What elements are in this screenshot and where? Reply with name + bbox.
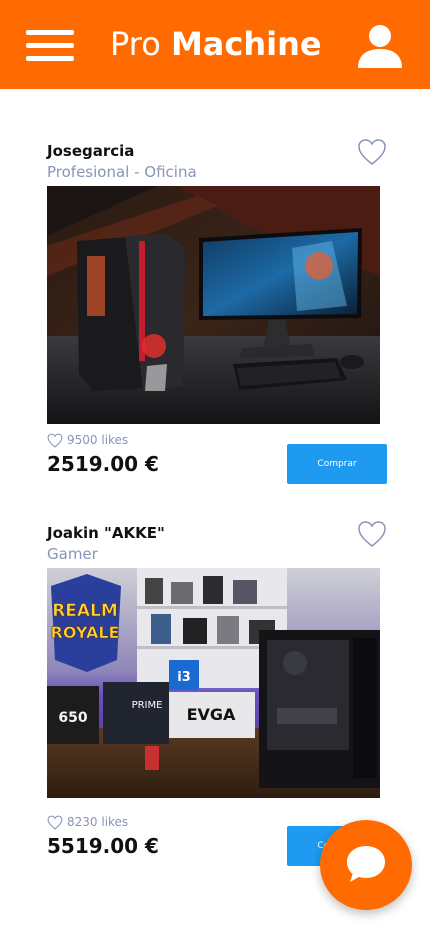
- post-category: Gamer: [47, 545, 98, 563]
- chat-fab-button[interactable]: [320, 820, 412, 910]
- logo-text-1: REALM: [52, 601, 118, 621]
- post-author: Josegarcia: [47, 142, 135, 160]
- heart-icon: [47, 433, 63, 448]
- cpu-box-text: i3: [177, 670, 191, 685]
- heart-icon: [47, 815, 63, 830]
- favorite-heart-icon[interactable]: [357, 520, 387, 548]
- hamburger-menu-icon[interactable]: [22, 26, 76, 66]
- pc-components-photo: REALM ROYALE 650 PRIME i3 EVGA: [47, 568, 380, 798]
- buy-button[interactable]: Comprar: [287, 444, 387, 484]
- board-box-text: PRIME: [132, 700, 163, 711]
- likes-text: 9500 likes: [67, 433, 129, 447]
- post-price: 2519.00 €: [47, 452, 159, 476]
- favorite-heart-icon[interactable]: [357, 138, 387, 166]
- app-screen: Pro Machine Josegarcia Profesional - Ofi…: [0, 0, 430, 932]
- app-title-light: Pro: [110, 25, 161, 63]
- psu-box-text: 650: [58, 710, 87, 726]
- likes-counter: 9500 likes: [47, 431, 128, 449]
- logo-text-2: ROYALE: [51, 623, 120, 642]
- chat-bubble-icon: [347, 846, 385, 882]
- top-bar: Pro Machine: [0, 0, 430, 89]
- gpu-box-text: EVGA: [187, 705, 236, 724]
- likes-text: 8230 likes: [67, 815, 129, 829]
- post-category: Profesional - Oficina: [47, 163, 197, 181]
- post-price: 5519.00 €: [47, 834, 159, 858]
- gaming-pc-photo: [47, 186, 380, 424]
- user-icon[interactable]: [355, 24, 405, 70]
- likes-counter: 8230 likes: [47, 813, 128, 831]
- app-title: Pro Machine: [110, 24, 322, 64]
- post-author: Joakin "AKKE": [47, 524, 165, 542]
- app-title-bold: Machine: [170, 25, 322, 63]
